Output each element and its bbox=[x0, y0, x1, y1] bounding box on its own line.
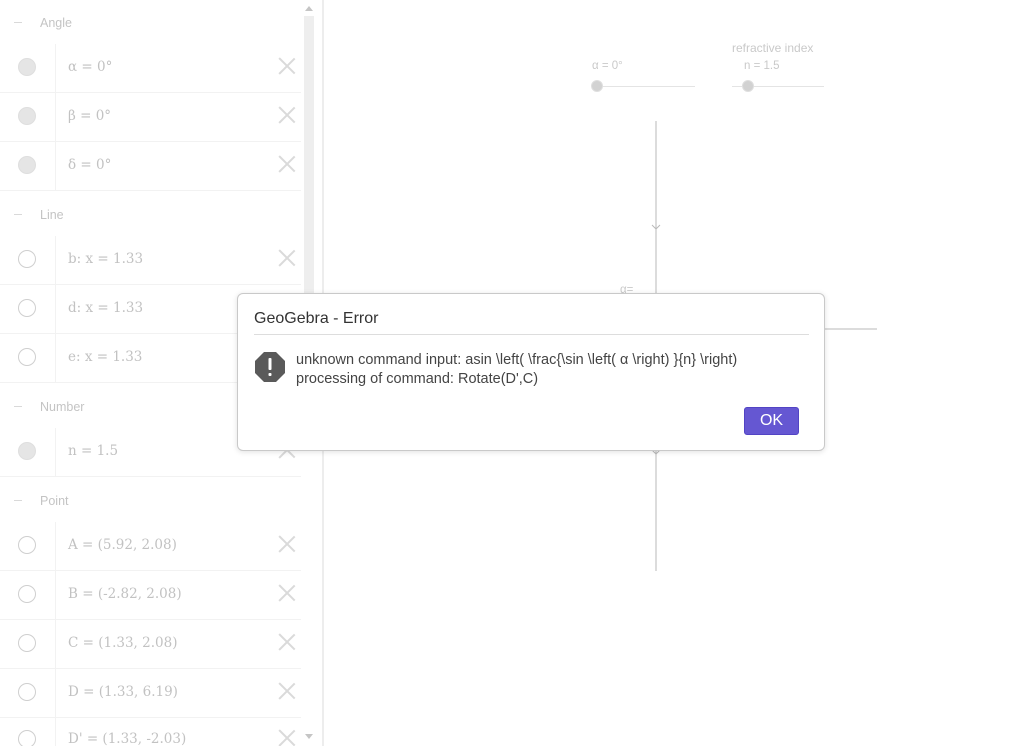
alert-octagon-icon bbox=[255, 352, 285, 382]
error-dialog: GeoGebra - Error unknown command input: … bbox=[237, 293, 825, 451]
error-message-line-1: unknown command input: asin \left( \frac… bbox=[296, 352, 738, 368]
dialog-title: GeoGebra - Error bbox=[254, 310, 379, 327]
ok-button[interactable]: OK bbox=[744, 407, 799, 435]
error-message-line-2: processing of command: Rotate(D',C) bbox=[296, 371, 539, 387]
dialog-title-divider bbox=[254, 334, 809, 335]
